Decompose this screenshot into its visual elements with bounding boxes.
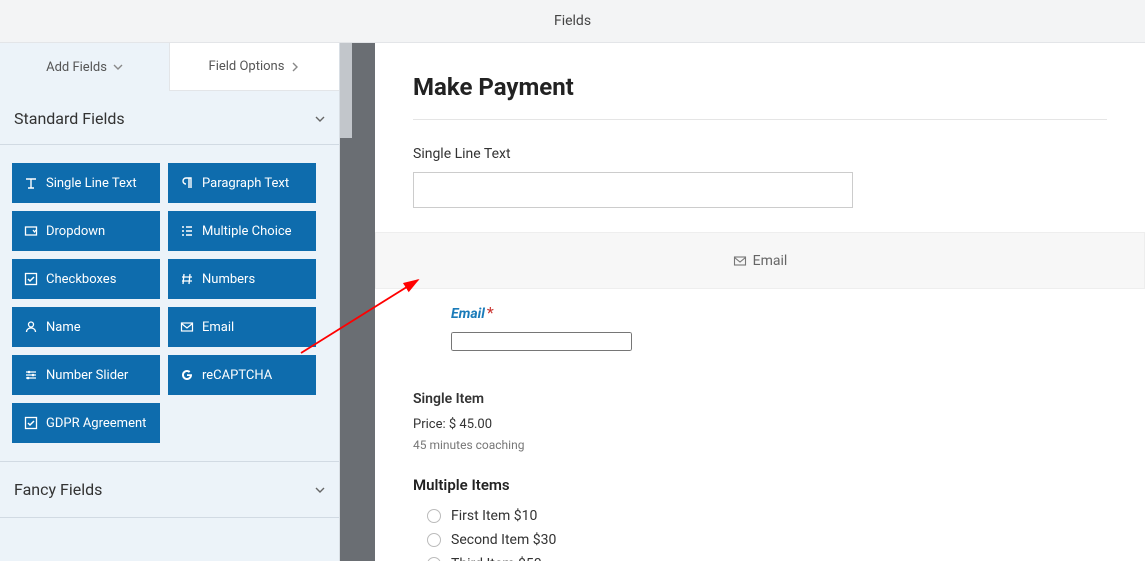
form-preview: Make Payment Single Line Text Email Emai… [375,43,1145,561]
form-group-multiple-items[interactable]: Multiple Items First Item $10 Second Ite… [413,476,1107,561]
section-title: Fancy Fields [14,480,102,499]
item-description: 45 minutes coaching [413,438,1107,452]
google-icon [180,368,194,382]
option-label: Third Item $50 [451,556,542,561]
field-checkboxes[interactable]: Checkboxes [12,259,160,299]
field-single-line-text[interactable]: Single Line Text [12,163,160,203]
field-numbers[interactable]: Numbers [168,259,316,299]
field-label: Checkboxes [46,272,116,287]
tab-label: Field Options [209,59,285,74]
radio-icon [427,557,441,561]
field-label: reCAPTCHA [202,368,272,383]
email-field-block[interactable]: Email [375,232,1145,289]
field-recaptcha[interactable]: reCAPTCHA [168,355,316,395]
form-group-single-line[interactable]: Single Line Text [413,146,1107,208]
field-label: Email [202,320,234,335]
field-label: Paragraph Text [202,176,289,191]
field-name[interactable]: Name [12,307,160,347]
single-line-input[interactable] [413,172,853,208]
list-icon [180,224,194,238]
chevron-down-icon [315,485,325,495]
sidebar-tabs: Add Fields Field Options [0,43,339,91]
field-email[interactable]: Email [168,307,316,347]
radio-option[interactable]: Second Item $30 [413,532,1107,548]
radio-icon [427,533,441,547]
slider-icon [24,368,38,382]
tab-label: Add Fields [46,60,107,75]
radio-icon [427,509,441,523]
option-label: Second Item $30 [451,532,556,548]
field-label: Single Line Text [46,176,137,191]
field-label: Name [46,320,81,335]
field-multiple-choice[interactable]: Multiple Choice [168,211,316,251]
panel-divider[interactable] [340,43,375,561]
form-title: Make Payment [413,73,1107,101]
price-label: Price: [413,417,446,432]
mail-icon [180,320,194,334]
email-block-title: Email [753,253,788,269]
email-input[interactable] [451,332,632,351]
form-group-single-item[interactable]: Single Item Price: $ 45.00 45 minutes co… [413,391,1107,452]
chevron-down-icon [315,114,325,124]
paragraph-icon [180,176,194,190]
price-value: $ 45.00 [449,417,492,432]
field-label: Multiple Choice [202,224,292,239]
mail-icon [733,254,747,268]
chevron-right-icon [290,62,300,72]
field-dropdown[interactable]: Dropdown [12,211,160,251]
hash-icon [180,272,194,286]
field-label: Dropdown [46,224,105,239]
required-indicator: * [487,303,494,322]
checkbox-icon [24,416,38,430]
field-label: Multiple Items [413,476,1107,494]
checkbox-icon [24,272,38,286]
field-label: Single Line Text [413,146,1107,162]
section-standard-header[interactable]: Standard Fields [0,91,339,145]
form-group-email[interactable]: Email* [413,303,1107,371]
divider [413,119,1107,120]
chevron-down-icon [113,62,123,72]
field-label: Number Slider [46,368,128,383]
tab-field-options[interactable]: Field Options [169,43,339,91]
section-fancy-header[interactable]: Fancy Fields [0,461,339,518]
page-header: Fields [0,0,1145,43]
section-title: Standard Fields [14,109,125,128]
field-number-slider[interactable]: Number Slider [12,355,160,395]
radio-option[interactable]: Third Item $50 [413,556,1107,561]
text-icon [24,176,38,190]
section-standard-body: Single Line Text Paragraph Text Dropdown… [0,145,339,461]
email-block-header: Email [376,233,1144,288]
page-title: Fields [554,13,591,29]
email-label: Email [451,306,485,322]
dropdown-icon [24,224,38,238]
option-label: First Item $10 [451,508,537,524]
field-label: GDPR Agreement [46,416,146,431]
tab-add-fields[interactable]: Add Fields [0,43,169,91]
user-icon [24,320,38,334]
field-label: Single Item [413,391,1107,407]
field-label: Numbers [202,272,255,287]
price-line: Price: $ 45.00 [413,417,1107,432]
field-paragraph-text[interactable]: Paragraph Text [168,163,316,203]
field-gdpr[interactable]: GDPR Agreement [12,403,160,443]
sidebar: Add Fields Field Options Standard Fields… [0,43,340,561]
radio-option[interactable]: First Item $10 [413,508,1107,524]
